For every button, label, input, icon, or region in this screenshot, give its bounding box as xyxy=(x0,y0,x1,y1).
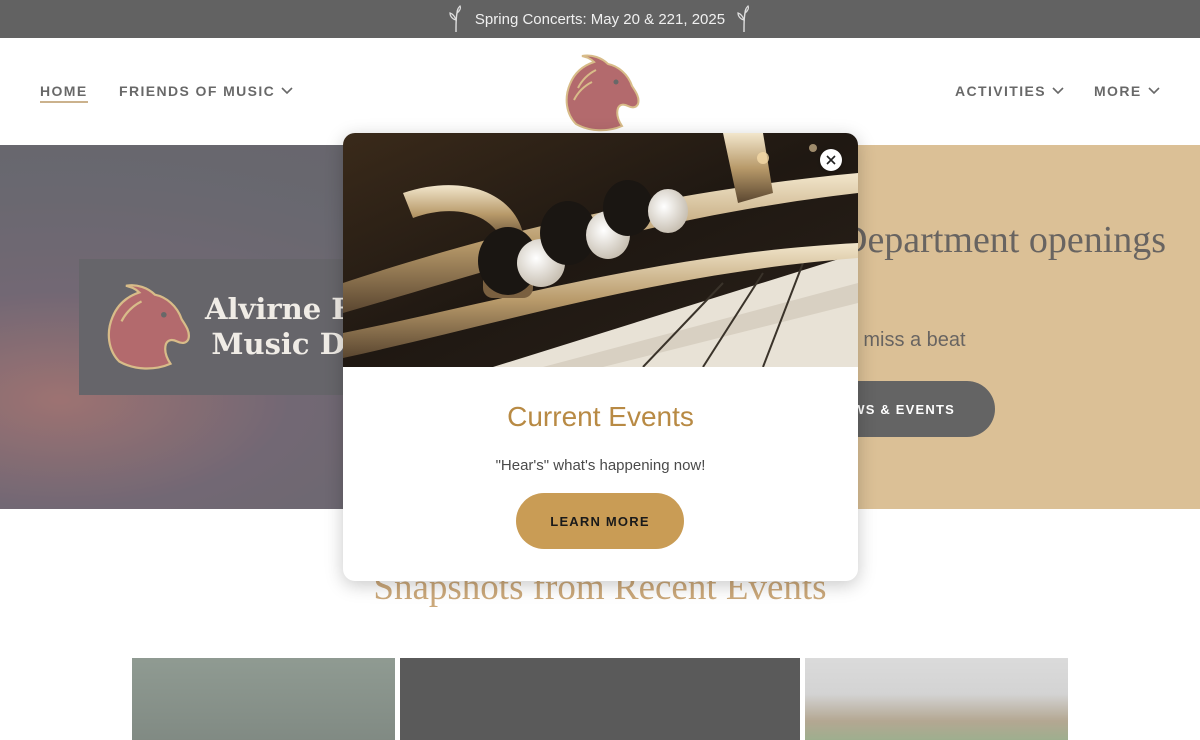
modal-text: "Hear's" what's happening now! xyxy=(495,457,706,474)
modal-title: Current Events xyxy=(507,401,694,432)
learn-more-label: LEARN MORE xyxy=(550,513,650,529)
current-events-modal: Current Events "Hear's" what's happening… xyxy=(343,133,858,581)
trumpet-image xyxy=(343,133,858,367)
learn-more-button[interactable]: LEARN MORE xyxy=(516,493,684,549)
close-button[interactable] xyxy=(820,149,842,171)
close-icon xyxy=(826,155,836,165)
